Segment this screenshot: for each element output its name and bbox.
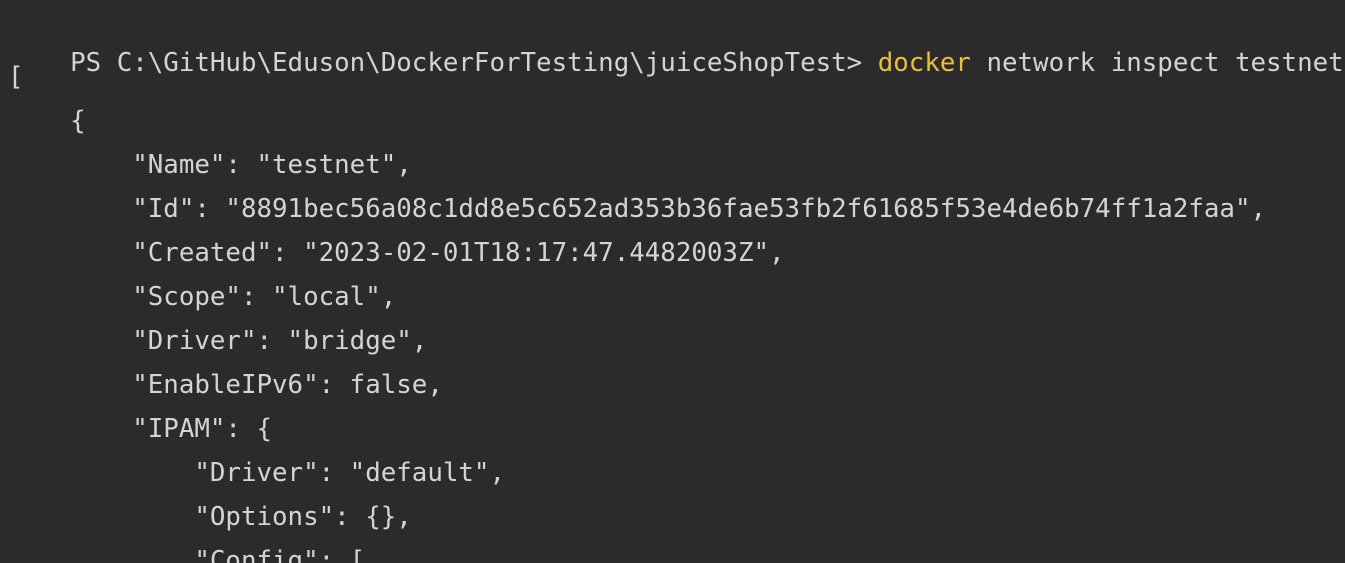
shell-prompt: PS C:\GitHub\Eduson\DockerForTesting\jui… [70, 48, 878, 78]
output-line: "EnableIPv6": false, [8, 370, 443, 400]
output-line: { [8, 106, 86, 136]
terminal-window[interactable]: PS C:\GitHub\Eduson\DockerForTesting\jui… [0, 0, 1345, 563]
command-arguments: network inspect testnet [970, 48, 1344, 78]
command-keyword: docker [877, 48, 971, 78]
output-line: "Id": "8891bec56a08c1dd8e5c652ad353b36fa… [8, 194, 1267, 224]
output-line: [ [8, 62, 24, 92]
output-line: "Name": "testnet", [8, 150, 412, 180]
output-line: "IPAM": { [8, 414, 273, 444]
output-line: "Created": "2023-02-01T18:17:47.4482003Z… [8, 238, 785, 268]
output-line: "Driver": "bridge", [8, 326, 428, 356]
output-line: "Options": {}, [8, 502, 412, 532]
command-line: PS C:\GitHub\Eduson\DockerForTesting\jui… [8, 18, 1344, 78]
output-line: "Scope": "local", [8, 282, 397, 312]
output-line: "Config": [ [8, 546, 366, 563]
output-line: "Driver": "default", [8, 458, 505, 488]
